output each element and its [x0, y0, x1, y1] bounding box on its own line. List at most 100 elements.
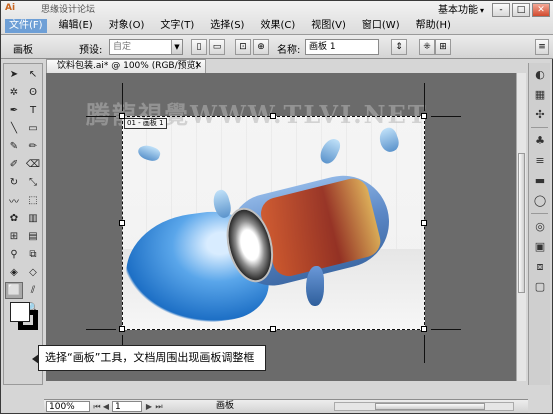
- last-artboard-icon[interactable]: ⏭: [154, 401, 164, 412]
- artboards-panel-icon[interactable]: ▢: [530, 278, 550, 295]
- direct-selection-icon[interactable]: ↖: [24, 66, 42, 83]
- canvas-area[interactable]: 腾龍視覺WWW.TLVI.NET 01 - 画板 1: [46, 73, 524, 381]
- tutorial-callout: 选择“画板”工具，文档周围出现画板调整框: [32, 345, 266, 371]
- resize-handle-top-right[interactable]: [421, 113, 427, 119]
- menu-type[interactable]: 文字(T): [156, 19, 198, 33]
- name-label: 名称:: [277, 45, 301, 56]
- free-transform-icon[interactable]: ⬚: [24, 192, 42, 209]
- show-center-mark-icon[interactable]: ⊕: [253, 39, 269, 55]
- paintbrush-icon[interactable]: ✎: [5, 138, 23, 155]
- selection-icon[interactable]: ➤: [5, 66, 23, 83]
- horizontal-scroll-thumb[interactable]: [375, 403, 485, 410]
- menu-help[interactable]: 帮助(H): [412, 19, 455, 33]
- minimize-button[interactable]: -: [492, 3, 510, 17]
- artboard-label: 01 - 画板 1: [124, 118, 167, 129]
- panel-menu-icon[interactable]: ≡: [535, 39, 549, 55]
- vertical-scrollbar[interactable]: [516, 73, 526, 381]
- window-controls: - □ ✕: [492, 3, 550, 17]
- menu-edit[interactable]: 编辑(E): [55, 19, 97, 33]
- tools-panel: ➤↖✲ʘ✒T╲▭✎✏✐⌫↻⤡〰⬚✿▥⊞▤⚲⧉◈◇⬜⫽✋🔍: [3, 63, 43, 385]
- transparency-panel-icon[interactable]: ◯: [530, 192, 550, 209]
- resize-handle-bottom[interactable]: [270, 326, 276, 332]
- type-icon[interactable]: T: [24, 102, 42, 119]
- layers-panel-icon[interactable]: ⧈: [530, 258, 550, 275]
- preset-select[interactable]: 自定 ▼: [109, 39, 183, 55]
- crop-mark: [122, 83, 123, 111]
- align-icon[interactable]: ⊞: [435, 39, 451, 55]
- close-button[interactable]: ✕: [532, 3, 550, 17]
- crop-mark: [431, 329, 461, 330]
- current-tool-status: 画板: [216, 401, 235, 411]
- graphic-styles-panel-icon[interactable]: ▣: [530, 238, 550, 255]
- menu-object[interactable]: 对象(O): [105, 19, 149, 33]
- mesh-icon[interactable]: ⊞: [5, 228, 23, 245]
- document-tab[interactable]: 饮料包装.ai* @ 100% (RGB/预览) ✕: [46, 59, 206, 73]
- swatches-panel-icon[interactable]: ▦: [530, 86, 550, 103]
- blend-icon[interactable]: ⧉: [24, 246, 42, 263]
- menu-view[interactable]: 视图(V): [307, 19, 350, 33]
- blob-brush-icon[interactable]: ✐: [5, 156, 23, 173]
- workspace-switcher[interactable]: 基本功能: [438, 4, 484, 18]
- rotate-icon[interactable]: ↻: [5, 174, 23, 191]
- vertical-scroll-thumb[interactable]: [518, 153, 525, 293]
- preset-label: 预设:: [79, 45, 103, 56]
- resize-handle-top[interactable]: [270, 113, 276, 119]
- appearance-panel-icon[interactable]: ◎: [530, 218, 550, 235]
- eraser-icon[interactable]: ⌫: [24, 156, 42, 173]
- landscape-icon[interactable]: ▭: [209, 39, 225, 55]
- menu-window[interactable]: 窗口(W): [358, 19, 404, 33]
- crop-mark: [86, 329, 116, 330]
- pen-icon[interactable]: ✒: [5, 102, 23, 119]
- portrait-icon[interactable]: ▯: [191, 39, 207, 55]
- artboard-number-select[interactable]: 1: [112, 401, 142, 412]
- resize-handle-top-left[interactable]: [119, 113, 125, 119]
- live-paint-select-icon[interactable]: ◇: [24, 264, 42, 281]
- previous-artboard-icon[interactable]: ◀: [101, 401, 111, 412]
- rectangle-icon[interactable]: ▭: [24, 120, 42, 137]
- reference-point-icon[interactable]: ⁜: [419, 39, 435, 55]
- slice-icon[interactable]: ⫽: [24, 282, 42, 299]
- column-graph-icon[interactable]: ▥: [24, 210, 42, 227]
- gradient-icon[interactable]: ▤: [24, 228, 42, 245]
- gradient-panel-icon[interactable]: ▬: [530, 172, 550, 189]
- stroke-panel-icon[interactable]: ≡: [530, 152, 550, 169]
- crop-mark: [424, 83, 425, 111]
- resize-handle-bottom-left[interactable]: [119, 326, 125, 332]
- app-logo: Ai: [5, 3, 16, 13]
- close-icon[interactable]: ✕: [194, 60, 202, 73]
- brushes-panel-icon[interactable]: ✣: [530, 106, 550, 123]
- artboard-name-input[interactable]: 画板 1: [305, 39, 379, 55]
- menu-bar: Ai 思缘设计论坛 文件(F) 编辑(E) 对象(O) 文字(T) 选择(S) …: [1, 1, 553, 35]
- artboard-icon[interactable]: ⬜: [5, 282, 23, 299]
- pencil-icon[interactable]: ✏: [24, 138, 42, 155]
- next-artboard-icon[interactable]: ▶: [144, 401, 154, 412]
- artboard-options-icon[interactable]: ⇕: [391, 39, 407, 55]
- crop-mark: [431, 116, 461, 117]
- magic-wand-icon[interactable]: ✲: [5, 84, 23, 101]
- maximize-button[interactable]: □: [512, 3, 530, 17]
- live-paint-icon[interactable]: ◈: [5, 264, 23, 281]
- panel-dock: ◐ ▦ ✣ ♣ ≡ ▬ ◯ ◎ ▣ ⧈ ▢: [528, 63, 550, 385]
- menu-select[interactable]: 选择(S): [206, 19, 248, 33]
- resize-handle-right[interactable]: [421, 220, 427, 226]
- dock-separator: [531, 127, 548, 128]
- move-with-artboard-icon[interactable]: ⊡: [235, 39, 251, 55]
- fill-swatch[interactable]: [10, 302, 30, 322]
- eyedropper-icon[interactable]: ⚲: [5, 246, 23, 263]
- scale-icon[interactable]: ⤡: [24, 174, 42, 191]
- menu-file[interactable]: 文件(F): [5, 19, 47, 33]
- symbol-sprayer-icon[interactable]: ✿: [5, 210, 23, 227]
- resize-handle-left[interactable]: [119, 220, 125, 226]
- symbols-panel-icon[interactable]: ♣: [530, 132, 550, 149]
- resize-handle-bottom-right[interactable]: [421, 326, 427, 332]
- zoom-select[interactable]: 100%: [46, 401, 90, 412]
- lasso-icon[interactable]: ʘ: [24, 84, 42, 101]
- line-icon[interactable]: ╲: [5, 120, 23, 137]
- menu-effect[interactable]: 效果(C): [256, 19, 299, 33]
- warp-icon[interactable]: 〰: [5, 192, 23, 209]
- horizontal-scrollbar[interactable]: [334, 402, 514, 411]
- color-panel-icon[interactable]: ◐: [530, 66, 550, 83]
- artboard-bounding-frame[interactable]: [122, 116, 425, 330]
- tools-grid: ➤↖✲ʘ✒T╲▭✎✏✐⌫↻⤡〰⬚✿▥⊞▤⚲⧉◈◇⬜⫽✋🔍: [4, 64, 42, 319]
- dock-separator: [531, 213, 548, 214]
